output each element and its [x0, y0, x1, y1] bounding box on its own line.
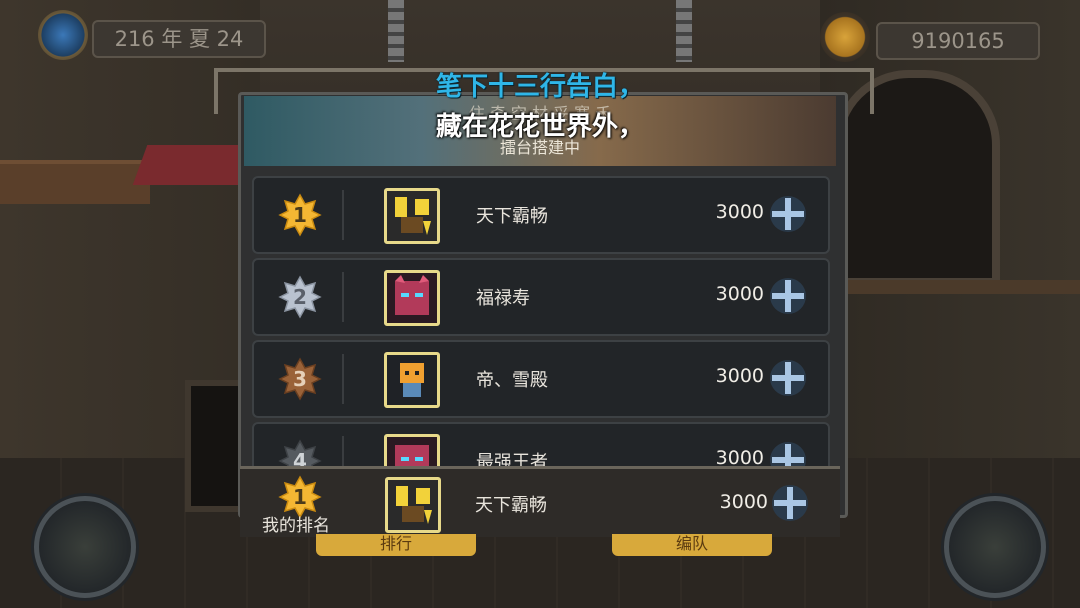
crossed-swords-icon	[770, 278, 806, 314]
crimson-demon-icon	[384, 270, 440, 326]
dragon-icon[interactable]	[944, 496, 1046, 598]
crossed-swords-icon	[770, 360, 806, 396]
date-text: 216 年 夏 24	[114, 27, 244, 51]
ranking-row[interactable]: 2 福禄寿 3000	[252, 258, 830, 336]
chain-left	[388, 0, 404, 62]
player-score: 3000	[715, 283, 764, 305]
rank-number: 1	[293, 203, 307, 227]
my-rank-label: 我的排名	[262, 516, 330, 536]
player-score: 3000	[715, 365, 764, 387]
house-icon[interactable]	[34, 496, 136, 598]
player-name: 福禄寿	[476, 288, 530, 309]
ranking-row[interactable]: 4 最强王者 3000	[252, 422, 830, 466]
ranking-list[interactable]: 1 天下霸畅 3000 2 福禄寿 3000 3 帝、雪殿 3000 4 最强王…	[240, 168, 840, 466]
row-divider	[342, 190, 344, 240]
gold-coin-icon[interactable]	[820, 12, 870, 62]
player-score: 3000	[715, 201, 764, 223]
wooden-shelf	[0, 160, 150, 204]
rank-number: 2	[293, 285, 307, 309]
row-divider	[342, 272, 344, 322]
player-name: 天下霸畅	[476, 206, 548, 227]
ranking-row[interactable]: 3 帝、雪殿 3000	[252, 340, 830, 418]
crossed-swords-icon	[770, 442, 806, 466]
gold-display: 9190165	[876, 22, 1040, 60]
crimson-demon-icon	[384, 434, 440, 466]
my-player-name: 天下霸畅	[475, 495, 547, 516]
lyric-line-1: 笔下十三行告白，	[435, 72, 644, 102]
balcony-rail	[840, 280, 1080, 294]
row-divider	[342, 436, 344, 466]
my-rank-row: 1 我的排名 天下霸畅 3000	[240, 466, 840, 537]
crossed-swords-icon	[772, 485, 808, 521]
season-moon-icon[interactable]	[38, 10, 88, 60]
chain-right	[676, 0, 692, 62]
date-display: 216 年 夏 24	[92, 20, 266, 58]
row-divider	[342, 354, 344, 404]
rank-number: 3	[293, 367, 307, 391]
player-name: 帝、雪殿	[476, 370, 548, 391]
player-score: 3000	[715, 447, 764, 466]
my-player-score: 3000	[719, 491, 768, 513]
ranking-button[interactable]: 排行	[316, 534, 476, 556]
tiger-hero-icon	[384, 352, 440, 408]
yellow-warrior-icon	[385, 477, 441, 533]
ranking-row[interactable]: 1 天下霸畅 3000	[252, 176, 830, 254]
yellow-warrior-icon	[384, 188, 440, 244]
formation-button[interactable]: 编队	[612, 534, 772, 556]
player-name: 最强王者	[476, 452, 548, 466]
gold-amount: 9190165	[911, 29, 1005, 53]
crossed-swords-icon	[770, 196, 806, 232]
lyric-line-2: 藏在花花世界外，	[435, 112, 644, 142]
rank-number: 4	[293, 449, 307, 466]
